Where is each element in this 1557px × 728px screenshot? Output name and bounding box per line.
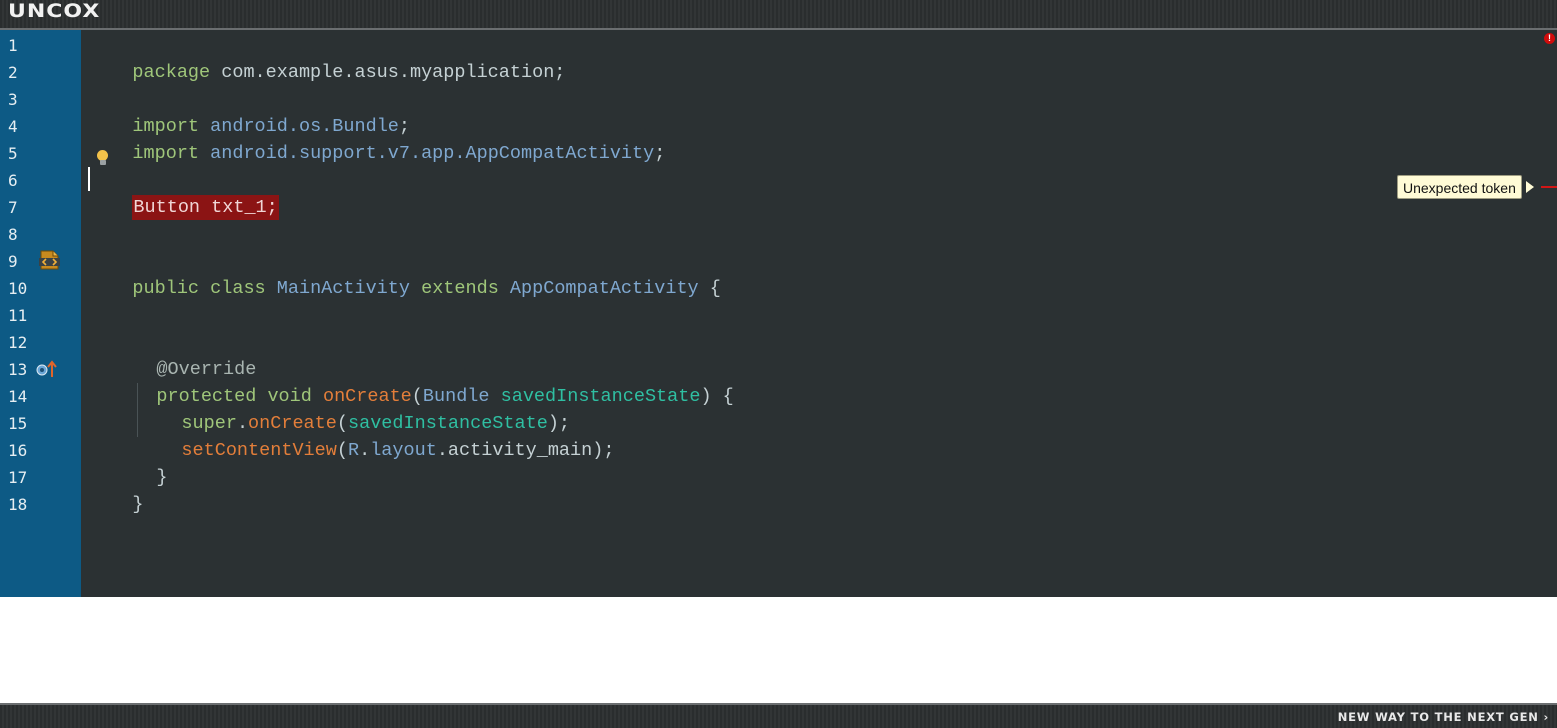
- code-line-9[interactable]: public class MainActivity extends AppCom…: [88, 248, 720, 299]
- line-number: 18: [8, 495, 28, 514]
- code-line-1[interactable]: package com.example.asus.myapplication;: [88, 32, 565, 83]
- footer-bar: NEW WAY TO THE NEXT GEN ›: [0, 703, 1557, 728]
- keyword-token: import: [132, 143, 200, 164]
- brace-token: {: [698, 278, 721, 299]
- package-path-token: android.support.v7.app.: [199, 143, 466, 164]
- dot-token: .: [359, 440, 371, 461]
- line-number: 17: [8, 468, 28, 487]
- keyword-token: package: [132, 62, 211, 83]
- brace-token: ) {: [700, 386, 734, 407]
- method-name-token: setContentView: [181, 440, 337, 461]
- class-name-token: AppCompatActivity: [465, 143, 655, 164]
- line-number: 1: [8, 36, 18, 55]
- line-number: 4: [8, 117, 18, 136]
- line-number-gutter: 1 2 3 4 5 6 7 8 9 10 11 12 13 14 15 16 1…: [0, 30, 81, 597]
- brace-token: }: [132, 494, 144, 515]
- field-token: .activity_main);: [436, 440, 615, 461]
- app-logo: UNCOX: [8, 1, 101, 23]
- code-line-3[interactable]: import android.os.Bundle;: [88, 86, 410, 137]
- line-number: 2: [8, 63, 18, 82]
- code-line-16[interactable]: }: [112, 437, 167, 488]
- scrollbar-error-marker[interactable]: [1541, 186, 1557, 188]
- error-count-icon[interactable]: !: [1544, 33, 1555, 44]
- error-tooltip: Unexpected token: [1397, 175, 1522, 199]
- code-line-14[interactable]: super.onCreate(savedInstanceState);: [137, 383, 570, 434]
- line-number: 10: [8, 279, 28, 298]
- keyword-token: extends: [409, 278, 499, 299]
- line-number: 9: [8, 252, 18, 271]
- code-line-13[interactable]: protected void onCreate(Bundle savedInst…: [112, 356, 733, 407]
- class-name-token: MainActivity: [265, 278, 410, 299]
- line-number: 16: [8, 441, 28, 460]
- package-name-token: com.example.asus.myapplication;: [210, 62, 566, 83]
- lightbulb-base: [100, 160, 106, 165]
- keyword-token: public class: [132, 278, 266, 299]
- line-number: 6: [8, 171, 18, 190]
- line-number: 14: [8, 387, 28, 406]
- line-number: 15: [8, 414, 28, 433]
- class-name-token: AppCompatActivity: [498, 278, 699, 299]
- code-line-17[interactable]: }: [88, 464, 143, 515]
- field-token: layout: [370, 440, 437, 461]
- code-editor[interactable]: 1 2 3 4 5 6 7 8 9 10 11 12 13 14 15 16 1…: [0, 30, 1557, 597]
- line-number: 12: [8, 333, 28, 352]
- line-number: 5: [8, 144, 18, 163]
- code-line-4[interactable]: import android.support.v7.app.AppCompatA…: [88, 113, 665, 164]
- line-number: 11: [8, 306, 28, 325]
- code-line-6[interactable]: Button txt_1;: [88, 167, 279, 220]
- tooltip-arrow: [1526, 181, 1534, 193]
- brace-token: }: [156, 467, 168, 488]
- top-bar: UNCOX: [0, 0, 1557, 30]
- paren-token: (: [336, 440, 348, 461]
- class-file-icon[interactable]: [38, 249, 61, 271]
- punctuation-token: ;: [654, 143, 666, 164]
- line-number: 7: [8, 198, 18, 217]
- class-name-token: R: [347, 440, 360, 461]
- error-highlight[interactable]: Button txt_1;: [132, 195, 279, 220]
- override-method-icon[interactable]: [36, 359, 58, 379]
- footer-tagline[interactable]: NEW WAY TO THE NEXT GEN ›: [1338, 710, 1549, 724]
- line-number: 8: [8, 225, 18, 244]
- code-line-12[interactable]: @Override: [112, 329, 256, 380]
- line-number: 13: [8, 360, 28, 379]
- line-number: 3: [8, 90, 18, 109]
- code-line-15[interactable]: setContentView(R.layout.activity_main);: [137, 410, 614, 461]
